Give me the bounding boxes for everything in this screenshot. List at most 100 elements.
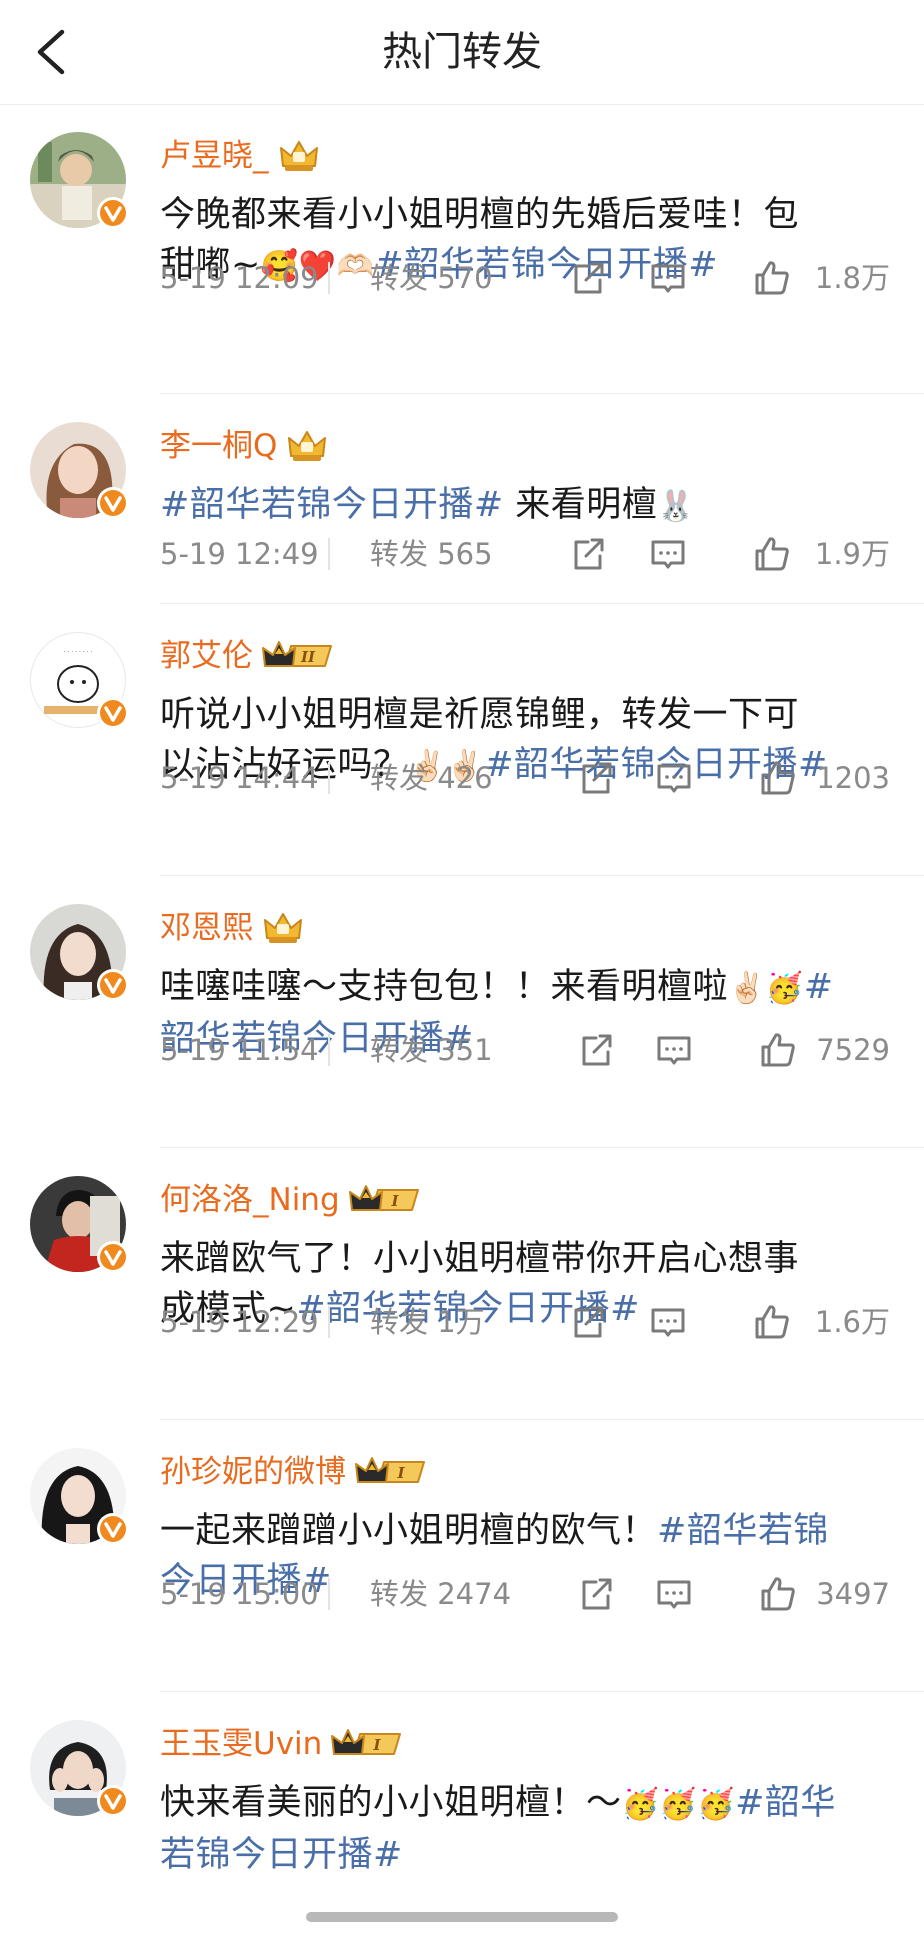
repost-item[interactable]: 邓恩熙 哇噻哇噻～支持包包！！来看明檀啦✌🏻🥳# 韶华若锦今日开播# 5-19 … bbox=[0, 876, 924, 1148]
like-icon[interactable] bbox=[758, 758, 798, 798]
svg-text:· · · · · · · ·: · · · · · · · · bbox=[64, 649, 93, 656]
vip-level-label: II bbox=[300, 648, 316, 666]
vip-level-badge-icon: I bbox=[331, 1729, 402, 1755]
vip-level-badge-icon: II bbox=[262, 641, 332, 667]
repost-count: 转发 351 bbox=[370, 1033, 493, 1067]
share-icon[interactable] bbox=[568, 1302, 608, 1342]
verified-badge-icon bbox=[97, 697, 129, 729]
hashtag-link[interactable]: #韶华 bbox=[735, 1783, 836, 1823]
vip-level-badge-icon: I bbox=[348, 1185, 419, 1211]
like-icon[interactable] bbox=[752, 534, 792, 574]
vip-crown-badge-icon bbox=[279, 141, 318, 171]
hashtag-link[interactable]: #韶华若锦今日开播# bbox=[160, 485, 504, 525]
like-icon[interactable] bbox=[752, 1302, 792, 1342]
comment-icon[interactable] bbox=[654, 758, 694, 798]
verified-badge-icon bbox=[97, 1513, 129, 1545]
emoji: ✌🏻🥳 bbox=[728, 971, 804, 1006]
repost-item[interactable]: 孙珍妮的微博 I 一起来蹭蹭小小姐明檀的欧气！#韶华若锦 今日开播# 5-19 … bbox=[0, 1420, 924, 1692]
repost-item[interactable]: · · · · · · · · 郭艾伦 II 听说小小姐明檀是祈愿锦鲤，转发一下… bbox=[0, 604, 924, 876]
share-icon[interactable] bbox=[576, 758, 616, 798]
repost-count: 转发 426 bbox=[370, 761, 493, 795]
post-meta-row: 5-19 12:29 转发 1万 1.6万 bbox=[160, 1298, 900, 1346]
post-meta-row: 5-19 12:49 转发 565 1.9万 bbox=[160, 530, 900, 578]
divider bbox=[328, 762, 330, 794]
divider bbox=[328, 538, 330, 570]
like-icon[interactable] bbox=[758, 1030, 798, 1070]
comment-icon[interactable] bbox=[654, 1030, 694, 1070]
post-meta-row: 5-19 12:09 转发 570 1.8万 bbox=[160, 254, 900, 302]
verified-badge-icon bbox=[97, 969, 129, 1001]
comment-icon[interactable] bbox=[648, 258, 688, 298]
divider bbox=[328, 262, 330, 294]
like-icon[interactable] bbox=[752, 258, 792, 298]
verified-badge-icon bbox=[97, 1785, 129, 1817]
like-count: 1.8万 bbox=[814, 261, 890, 295]
like-count: 1.6万 bbox=[814, 1305, 890, 1339]
repost-count: 转发 1万 bbox=[370, 1305, 485, 1339]
like-count: 1.9万 bbox=[814, 537, 890, 571]
post-time: 5-19 12:29 bbox=[160, 1305, 319, 1339]
avatar[interactable] bbox=[30, 132, 129, 229]
emoji: 🥳🥳🥳 bbox=[621, 1787, 736, 1822]
top-nav-bar: 热门转发 bbox=[0, 0, 924, 105]
repost-item[interactable]: 卢昱晓_ 今晚都来看小小姐明檀的先婚后爱哇！包 甜嘟~🥰❤️🫶🏻#韶华若锦今日开… bbox=[0, 104, 924, 394]
share-icon[interactable] bbox=[568, 534, 608, 574]
repost-item[interactable]: 何洛洛_Ning I 来蹭欧气了！小小姐明檀带你开启心想事 成模式~#韶华若锦今… bbox=[0, 1148, 924, 1420]
share-icon[interactable] bbox=[576, 1574, 616, 1614]
comment-icon[interactable] bbox=[648, 534, 688, 574]
like-count: 7529 bbox=[816, 1033, 890, 1067]
post-meta-row: 5-19 11:54 转发 351 7529 bbox=[160, 1026, 900, 1074]
post-content: 快来看美丽的小小姐明檀！～🥳🥳🥳#韶华 若锦今日开播# bbox=[160, 1783, 836, 1875]
verified-badge-icon bbox=[97, 197, 129, 229]
post-time: 5-19 14:44 bbox=[160, 761, 319, 795]
hashtag-link[interactable]: # bbox=[804, 967, 834, 1007]
post-time: 5-19 12:09 bbox=[160, 261, 319, 295]
repost-count: 转发 565 bbox=[370, 537, 493, 571]
like-count: 3497 bbox=[816, 1577, 890, 1611]
comment-icon[interactable] bbox=[654, 1574, 694, 1614]
post-meta-row: 5-19 14:44 转发 426 1203 bbox=[160, 754, 900, 802]
vip-level-label: I bbox=[373, 1736, 382, 1754]
divider bbox=[328, 1306, 330, 1338]
repost-count: 转发 570 bbox=[370, 261, 493, 295]
home-indicator[interactable] bbox=[306, 1912, 618, 1922]
like-count: 1203 bbox=[816, 761, 890, 795]
post-time: 5-19 15:00 bbox=[160, 1577, 319, 1611]
hashtag-link[interactable]: 若锦今日开播# bbox=[160, 1835, 403, 1875]
avatar[interactable] bbox=[30, 904, 129, 1001]
avatar[interactable] bbox=[30, 1720, 129, 1817]
repost-item[interactable]: 李一桐Q #韶华若锦今日开播# 来看明檀🐰 5-19 12:49 转发 565 … bbox=[0, 394, 924, 604]
vip-level-label: I bbox=[396, 1464, 405, 1482]
username[interactable]: 孙珍妮的微博 bbox=[160, 1450, 346, 1494]
like-icon[interactable] bbox=[758, 1574, 798, 1614]
vip-crown-badge-icon bbox=[288, 431, 327, 461]
post-content: #韶华若锦今日开播# 来看明檀🐰 bbox=[160, 485, 696, 525]
username[interactable]: 王玉雯Uvin bbox=[160, 1722, 322, 1766]
post-time: 5-19 11:54 bbox=[160, 1033, 319, 1067]
post-meta-row: 5-19 15:00 转发 2474 3497 bbox=[160, 1570, 900, 1618]
vip-level-label: I bbox=[390, 1192, 399, 1210]
username[interactable]: 李一桐Q bbox=[160, 424, 277, 468]
share-icon[interactable] bbox=[568, 258, 608, 298]
avatar[interactable] bbox=[30, 1448, 129, 1545]
avatar[interactable] bbox=[30, 422, 129, 519]
comment-icon[interactable] bbox=[648, 1302, 688, 1342]
avatar[interactable]: · · · · · · · · bbox=[30, 632, 129, 729]
hashtag-link[interactable]: #韶华若锦 bbox=[657, 1511, 829, 1551]
username[interactable]: 郭艾伦 bbox=[160, 634, 253, 678]
post-time: 5-19 12:49 bbox=[160, 537, 319, 571]
username[interactable]: 邓恩熙 bbox=[160, 906, 253, 950]
avatar[interactable] bbox=[30, 1176, 129, 1273]
page-title: 热门转发 bbox=[382, 29, 542, 75]
share-icon[interactable] bbox=[576, 1030, 616, 1070]
vip-crown-badge-icon bbox=[264, 913, 302, 943]
username[interactable]: 何洛洛_Ning bbox=[160, 1178, 340, 1222]
vip-level-badge-icon: I bbox=[355, 1457, 425, 1483]
username[interactable]: 卢昱晓_ bbox=[160, 134, 269, 178]
repost-item[interactable]: 王玉雯Uvin I 快来看美丽的小小姐明檀！～🥳🥳🥳#韶华 若锦今日开播# bbox=[0, 1692, 924, 1944]
verified-badge-icon bbox=[97, 1241, 129, 1273]
divider bbox=[328, 1578, 330, 1610]
emoji: 🐰 bbox=[657, 489, 696, 524]
repost-count: 转发 2474 bbox=[370, 1577, 512, 1611]
divider bbox=[328, 1034, 330, 1066]
